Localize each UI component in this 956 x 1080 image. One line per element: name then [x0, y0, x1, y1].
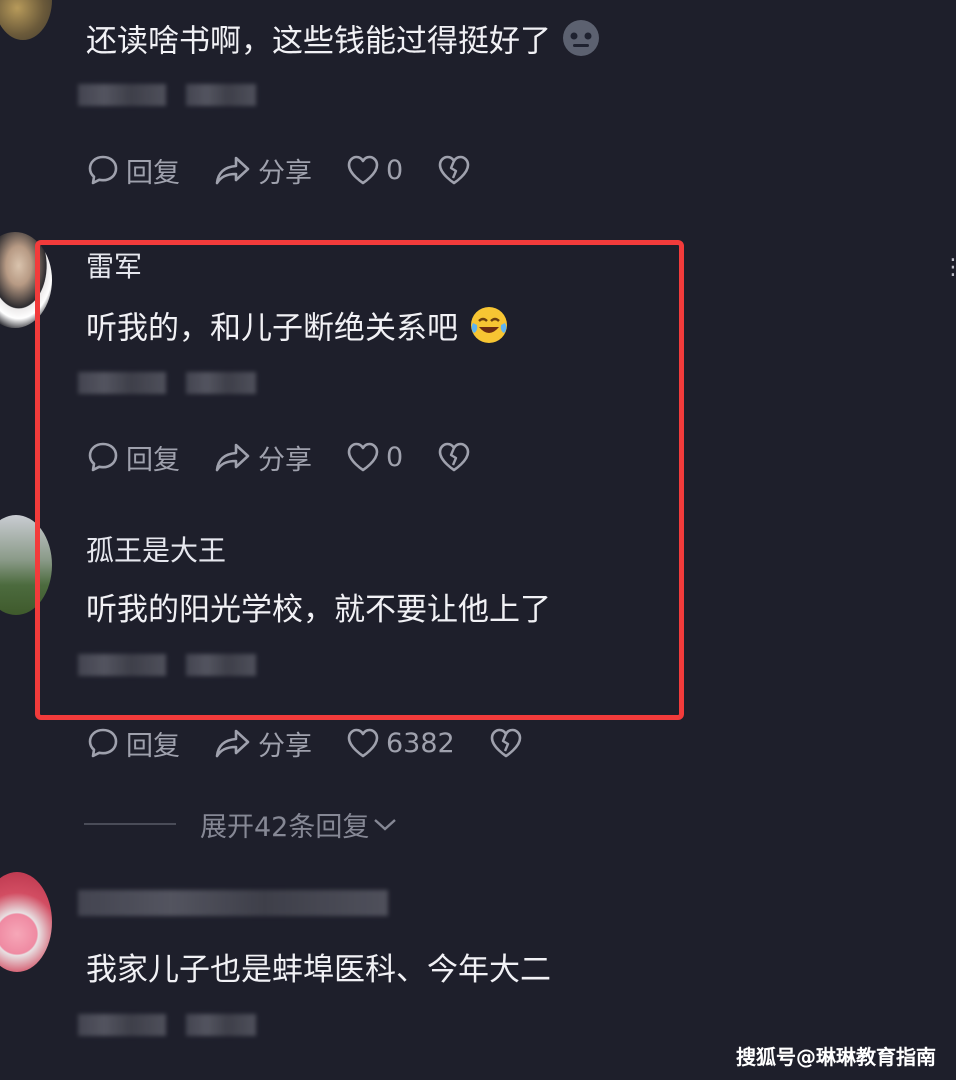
- comment-bubble-icon: [88, 155, 118, 185]
- blurred-meta: [186, 1014, 256, 1036]
- broken-heart-icon: [490, 728, 522, 758]
- avatar-comment-1[interactable]: [0, 0, 52, 40]
- reply-label: 回复: [126, 157, 180, 189]
- share-label: 分享: [258, 157, 312, 189]
- heart-icon: [347, 155, 379, 185]
- dislike-button[interactable]: [437, 154, 471, 186]
- expand-replies-label: 展开42条回复: [200, 811, 370, 843]
- share-arrow-icon: [215, 156, 250, 185]
- blurred-meta: [186, 84, 256, 106]
- share-button[interactable]: 分享: [214, 724, 312, 763]
- like-button[interactable]: 6382: [346, 727, 455, 759]
- heart-icon: [347, 728, 379, 758]
- comment-text-1: 还读啥书啊，这些钱能过得挺好了: [86, 18, 601, 68]
- blurred-username: [78, 890, 388, 916]
- blurred-meta: [78, 1014, 166, 1036]
- share-button[interactable]: 分享: [214, 151, 312, 190]
- share-label: 分享: [258, 730, 312, 762]
- dislike-button[interactable]: [489, 727, 523, 759]
- comment-text-4: 我家儿子也是蚌埠医科、今年大二: [86, 952, 551, 988]
- highlight-box: [35, 240, 684, 720]
- reply-button[interactable]: 回复: [86, 151, 180, 190]
- chevron-down-icon: [374, 819, 397, 831]
- blurred-meta: [78, 84, 166, 106]
- like-button[interactable]: 0: [346, 154, 403, 186]
- comment-bubble-icon: [88, 728, 118, 758]
- like-count: 6382: [386, 727, 455, 759]
- broken-heart-icon: [438, 155, 470, 185]
- comment-actions-1: 回复 分享 0: [86, 150, 471, 190]
- reply-label: 回复: [126, 730, 180, 762]
- expand-replies-button[interactable]: 展开42条回复: [84, 806, 399, 843]
- divider-line: [84, 823, 176, 825]
- robot-emoji-icon: [561, 18, 601, 68]
- more-dots-icon[interactable]: ⋮: [942, 257, 956, 279]
- like-count: 0: [386, 154, 404, 186]
- avatar-comment-4[interactable]: [0, 872, 52, 972]
- reply-button[interactable]: 回复: [86, 724, 180, 763]
- share-arrow-icon: [215, 729, 250, 758]
- watermark: 搜狐号@琳琳教育指南: [736, 1045, 936, 1069]
- comment-actions-3: 回复 分享 6382: [86, 723, 523, 763]
